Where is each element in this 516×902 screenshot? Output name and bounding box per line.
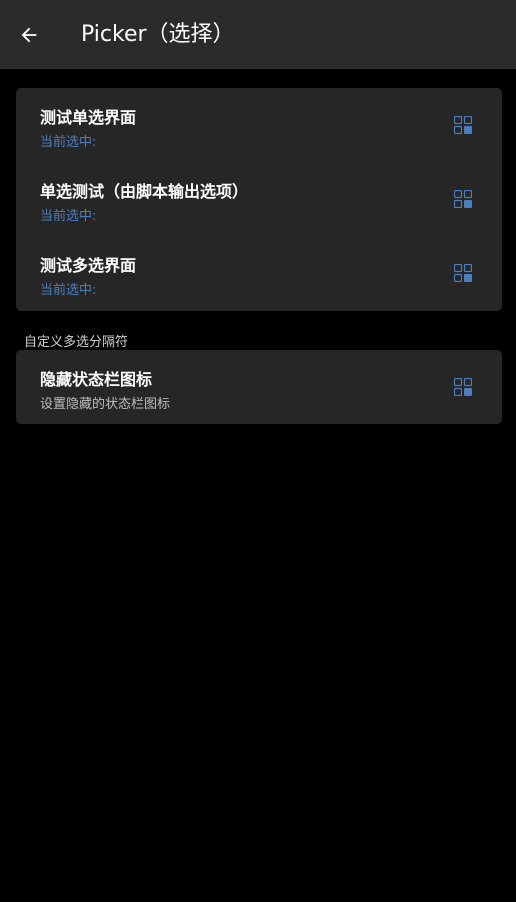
list-item-title: 测试单选界面 [40,108,137,127]
arrow-left-icon [21,27,37,43]
list-item-title: 单选测试（由脚本输出选项） [40,182,249,201]
list-item-multi-select[interactable]: 测试多选界面 当前选中: [16,236,502,310]
list-item-single-select[interactable]: 测试单选界面 当前选中: [16,88,502,162]
grid-icon [454,378,472,396]
list-item-title: 测试多选界面 [40,256,137,275]
grid-icon [454,116,472,134]
statusbar-group-card: 隐藏状态栏图标 设置隐藏的状态栏图标 [16,350,502,424]
list-item-title: 隐藏状态栏图标 [40,370,153,389]
grid-icon [454,264,472,282]
section-label: 自定义多选分隔符 [24,335,129,350]
app-bar: Picker（选择） [0,0,516,69]
list-item-hide-statusbar-icons[interactable]: 隐藏状态栏图标 设置隐藏的状态栏图标 [16,350,502,424]
list-item-single-select-script[interactable]: 单选测试（由脚本输出选项） 当前选中: [16,162,502,236]
back-button[interactable] [12,18,46,52]
list-item-subtitle: 设置隐藏的状态栏图标 [40,397,171,412]
picker-group-card: 测试单选界面 当前选中: 单选测试（由脚本输出选项） 当前选中: 测试多选界面 … [16,88,502,311]
page-title: Picker（选择） [81,22,235,47]
list-item-subtitle: 当前选中: [40,209,97,224]
grid-icon [454,190,472,208]
list-item-subtitle: 当前选中: [40,135,97,150]
list-item-subtitle: 当前选中: [40,283,97,298]
